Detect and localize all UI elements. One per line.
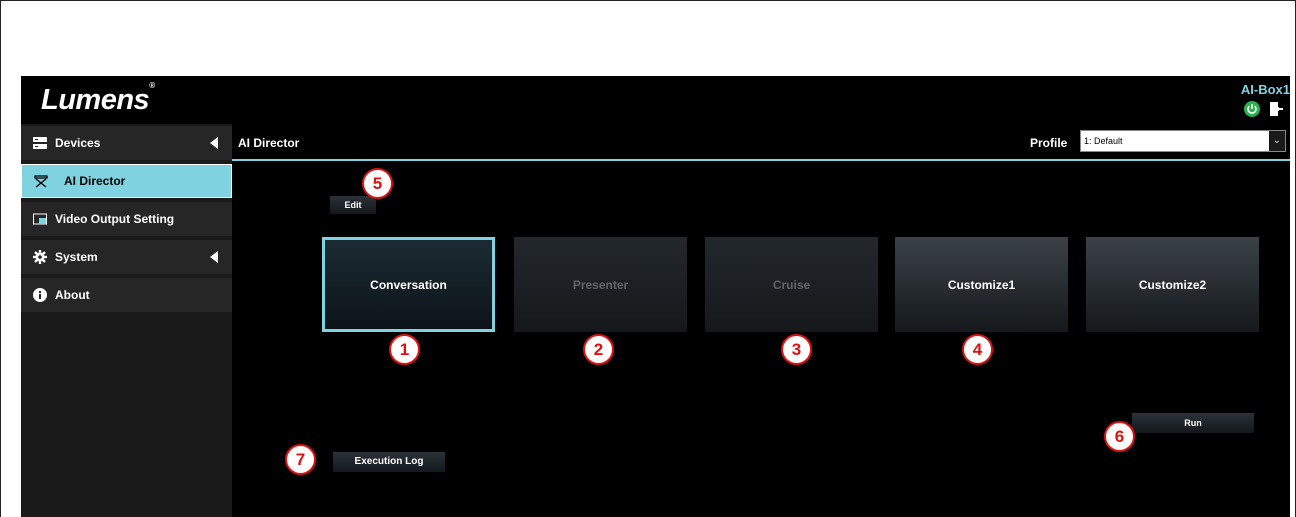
devices-icon: [33, 137, 47, 149]
execution-log-button[interactable]: Execution Log: [333, 452, 445, 472]
callout-marker: 2: [583, 334, 614, 365]
sidebar-item-devices[interactable]: Devices: [21, 126, 232, 160]
callout-marker: 4: [962, 334, 993, 365]
director-icon: [34, 175, 48, 188]
run-button[interactable]: Run: [1132, 413, 1254, 433]
callout-marker: 1: [389, 334, 420, 365]
video-output-icon: [33, 213, 47, 225]
sidebar-item-ai-director[interactable]: AI Director: [21, 164, 232, 198]
top-bar: Lumens® AI-Box1: [21, 76, 1290, 124]
callout-marker: 7: [285, 444, 316, 475]
sidebar-item-system[interactable]: System: [21, 240, 232, 274]
page-title: AI Director: [238, 136, 300, 150]
mode-conversation-button[interactable]: Conversation: [322, 237, 495, 332]
chevron-left-icon: [210, 251, 218, 263]
mode-cruise-button[interactable]: Cruise: [705, 237, 878, 332]
sidebar: Devices AI Director Video Output Setting…: [21, 124, 232, 517]
logout-icon[interactable]: [1268, 101, 1284, 117]
sidebar-item-video-output-setting[interactable]: Video Output Setting: [21, 202, 232, 236]
sidebar-item-label: AI Director: [64, 174, 126, 188]
sidebar-item-about[interactable]: About: [21, 278, 232, 312]
mode-customize2-button[interactable]: Customize2: [1086, 237, 1259, 332]
mode-customize1-button[interactable]: Customize1: [895, 237, 1068, 332]
sidebar-item-label: Video Output Setting: [55, 212, 175, 226]
callout-marker: 6: [1104, 421, 1135, 452]
lumens-logo: Lumens®: [41, 81, 155, 116]
gear-icon: [33, 250, 47, 264]
callout-marker: 5: [362, 168, 393, 199]
main-header: AI Director Profile 1: Default ⌄: [232, 124, 1290, 161]
power-icon[interactable]: [1244, 101, 1260, 117]
chevron-left-icon: [210, 137, 218, 149]
callout-marker: 3: [781, 334, 812, 365]
mode-presenter-button[interactable]: Presenter: [514, 237, 687, 332]
app-window: Lumens® AI-Box1 Devices AI Director Vide…: [21, 76, 1290, 517]
sidebar-item-label: Devices: [55, 136, 101, 150]
sidebar-item-label: About: [55, 288, 90, 302]
profile-label: Profile: [1030, 136, 1068, 150]
sidebar-item-label: System: [55, 250, 98, 264]
device-name: AI-Box1: [1240, 82, 1290, 97]
profile-select-value: 1: Default: [1084, 136, 1123, 146]
info-icon: [33, 288, 47, 302]
edit-button[interactable]: Edit: [330, 196, 376, 214]
profile-select[interactable]: 1: Default ⌄: [1080, 130, 1286, 152]
chevron-down-icon: ⌄: [1269, 131, 1285, 151]
